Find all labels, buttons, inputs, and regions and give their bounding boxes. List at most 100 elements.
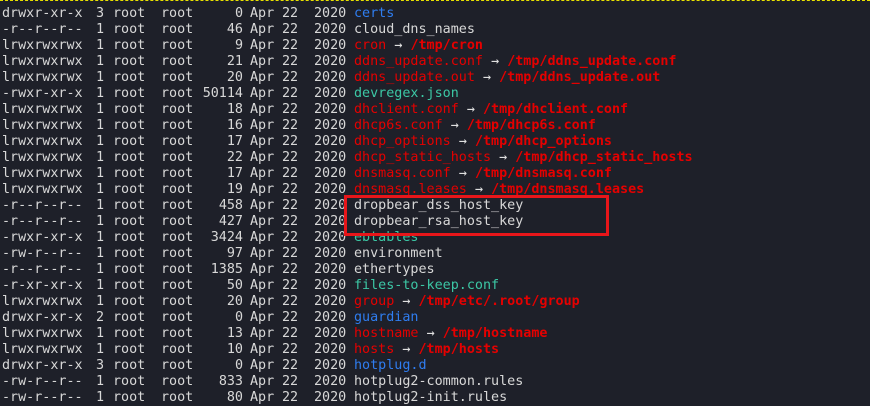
month: Apr <box>250 246 275 261</box>
size: 20 <box>226 294 243 309</box>
day: 22 <box>282 262 299 277</box>
file-entry-row: -rw-r--r-- 1 root root 97 Apr 22 2020 environmen… <box>0 246 870 262</box>
file-name-cell: cron → /tmp/cron <box>354 38 483 54</box>
file-name: environment <box>354 246 443 261</box>
day: 22 <box>282 102 299 117</box>
day: 22 <box>282 342 299 357</box>
file-name-cell: dhcp6s.conf → /tmp/dhcp6s.conf <box>354 118 596 134</box>
file-name: certs <box>354 6 395 21</box>
link-count: 3 <box>95 358 104 373</box>
year: 2020 <box>314 54 347 69</box>
month: Apr <box>250 230 275 245</box>
group: root <box>161 310 194 325</box>
year: 2020 <box>314 150 347 165</box>
permissions: drwxr-xr-x <box>2 358 83 373</box>
group: root <box>161 166 194 181</box>
permissions: lrwxrwxrwx <box>2 54 83 69</box>
symlink-arrow-icon: → <box>394 38 403 53</box>
month: Apr <box>250 214 275 229</box>
group: root <box>161 134 194 149</box>
group: root <box>161 246 194 261</box>
day: 22 <box>282 230 299 245</box>
permissions: -r--r--r-- <box>2 214 83 229</box>
file-name: ddns_update.conf <box>354 54 483 69</box>
file-name: dhclient.conf <box>354 102 459 117</box>
link-count: 1 <box>95 230 104 245</box>
file-name-cell: hosts → /tmp/hosts <box>354 342 499 358</box>
link-count: 1 <box>95 182 104 197</box>
group: root <box>161 230 194 245</box>
link-count: 1 <box>95 198 104 213</box>
day: 22 <box>282 38 299 53</box>
file-entry-row: drwxr-xr-x 2 root root 0 Apr 22 2020 guardian <box>0 310 870 326</box>
symlink-arrow-icon: → <box>466 102 475 117</box>
file-name: hotplug2-init.rules <box>354 390 508 405</box>
permissions: -r--r--r-- <box>2 22 83 37</box>
file-entry-row: -rw-r--r-- 1 root root 80 Apr 22 2020 hotplug2-i… <box>0 390 870 406</box>
year: 2020 <box>314 294 347 309</box>
file-name: cloud_dns_names <box>354 22 475 37</box>
file-name: ddns_update.out <box>354 70 475 85</box>
file-entry-row: drwxr-xr-x 3 root root 0 Apr 22 2020 hotplug.d <box>0 358 870 374</box>
file-entry-row: lrwxrwxrwx 1 root root 17 Apr 22 2020 dhcp_optio… <box>0 134 870 150</box>
size: 458 <box>218 198 243 213</box>
group: root <box>161 70 194 85</box>
size: 9 <box>234 38 243 53</box>
file-name-cell: dhcp_options → /tmp/dhcp_options <box>354 134 612 150</box>
file-name-cell: dhcp_static_hosts → /tmp/dhcp_static_hos… <box>354 150 693 166</box>
file-entry-row: -r--r--r-- 1 root root 1385 Apr 22 2020 ethertyp… <box>0 262 870 278</box>
size: 80 <box>226 390 243 405</box>
owner: root <box>113 182 146 197</box>
year: 2020 <box>314 118 347 133</box>
size: 21 <box>226 54 243 69</box>
file-name-cell: dhclient.conf → /tmp/dhclient.conf <box>354 102 628 118</box>
month: Apr <box>250 358 275 373</box>
owner: root <box>113 262 146 277</box>
file-name: guardian <box>354 310 419 325</box>
group: root <box>161 182 194 197</box>
owner: root <box>113 374 146 389</box>
permissions: -rw-r--r-- <box>2 390 83 405</box>
day: 22 <box>282 134 299 149</box>
year: 2020 <box>314 230 347 245</box>
link-count: 1 <box>95 214 104 229</box>
size: 17 <box>226 134 243 149</box>
permissions: lrwxrwxrwx <box>2 182 83 197</box>
permissions: lrwxrwxrwx <box>2 342 83 357</box>
owner: root <box>113 166 146 181</box>
year: 2020 <box>314 358 347 373</box>
symlink-target: /tmp/dhclient.conf <box>483 102 629 117</box>
month: Apr <box>250 150 275 165</box>
month: Apr <box>250 326 275 341</box>
permissions: -r--r--r-- <box>2 262 83 277</box>
permissions: lrwxrwxrwx <box>2 70 83 85</box>
group: root <box>161 150 194 165</box>
symlink-arrow-icon: → <box>499 150 508 165</box>
group: root <box>161 198 194 213</box>
month: Apr <box>250 182 275 197</box>
year: 2020 <box>314 22 347 37</box>
file-name-cell: dnsmasq.conf → /tmp/dnsmasq.conf <box>354 166 612 182</box>
group: root <box>161 86 194 101</box>
size: 19 <box>226 182 243 197</box>
file-name: dhcp_static_hosts <box>354 150 492 165</box>
file-name: hotplug.d <box>354 358 427 373</box>
year: 2020 <box>314 198 347 213</box>
size: 46 <box>226 22 243 37</box>
year: 2020 <box>314 134 347 149</box>
file-entry-row: lrwxrwxrwx 1 root root 13 Apr 22 2020 hostname →… <box>0 326 870 342</box>
group: root <box>161 262 194 277</box>
day: 22 <box>282 150 299 165</box>
owner: root <box>113 102 146 117</box>
link-count: 1 <box>95 150 104 165</box>
year: 2020 <box>314 38 347 53</box>
group: root <box>161 294 194 309</box>
size: 10 <box>226 342 243 357</box>
day: 22 <box>282 374 299 389</box>
file-entry-row: -rwxr-xr-x 1 root root 50114 Apr 22 2020 devrege… <box>0 86 870 102</box>
size: 13 <box>226 326 243 341</box>
owner: root <box>113 246 146 261</box>
symlink-arrow-icon: → <box>450 118 459 133</box>
owner: root <box>113 230 146 245</box>
owner: root <box>113 214 146 229</box>
